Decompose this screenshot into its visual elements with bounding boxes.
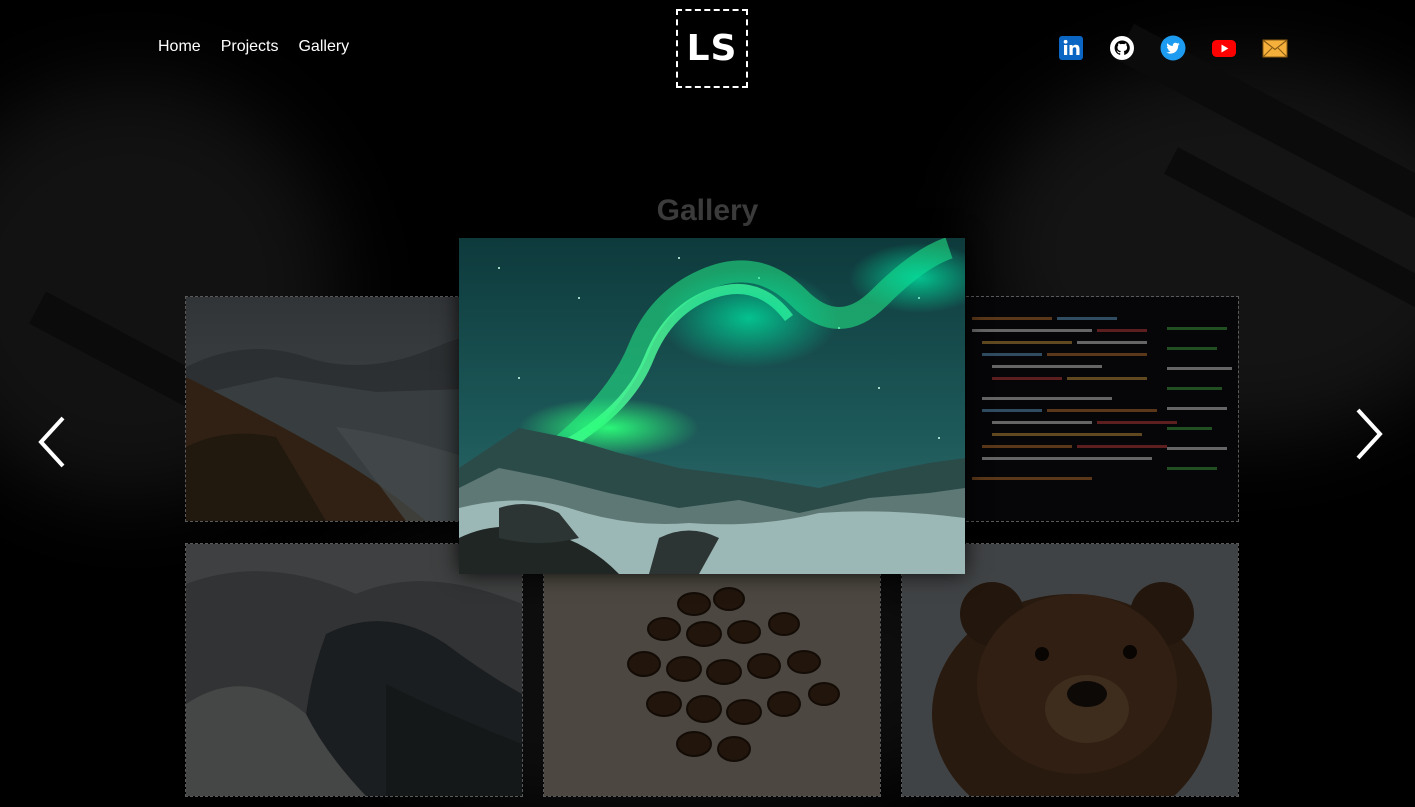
- chevron-right-icon: [1356, 408, 1383, 460]
- nav-home-link[interactable]: Home: [158, 38, 201, 56]
- main-nav: Home Projects Gallery: [158, 38, 349, 56]
- aurora-borealis-photo: [459, 238, 965, 574]
- social-links: [1058, 35, 1288, 61]
- previous-arrow[interactable]: [35, 414, 69, 470]
- next-arrow[interactable]: [1352, 406, 1386, 462]
- gallery-tile-bear[interactable]: [901, 543, 1239, 797]
- gallery-tile-misty-forest[interactable]: [185, 543, 523, 797]
- nav-gallery-link[interactable]: Gallery: [298, 38, 349, 56]
- page-title: Gallery: [656, 194, 759, 227]
- email-icon[interactable]: [1262, 35, 1288, 61]
- twitter-icon[interactable]: [1160, 35, 1186, 61]
- github-icon[interactable]: [1109, 35, 1135, 61]
- lightbox-image-viewer[interactable]: [459, 238, 965, 574]
- linkedin-icon[interactable]: [1058, 35, 1084, 61]
- youtube-icon[interactable]: [1211, 35, 1237, 61]
- site-logo[interactable]: LS: [676, 9, 748, 88]
- chevron-left-icon: [38, 416, 65, 468]
- gallery-tile-coffee-beans[interactable]: [543, 543, 881, 797]
- nav-projects-link[interactable]: Projects: [221, 38, 279, 56]
